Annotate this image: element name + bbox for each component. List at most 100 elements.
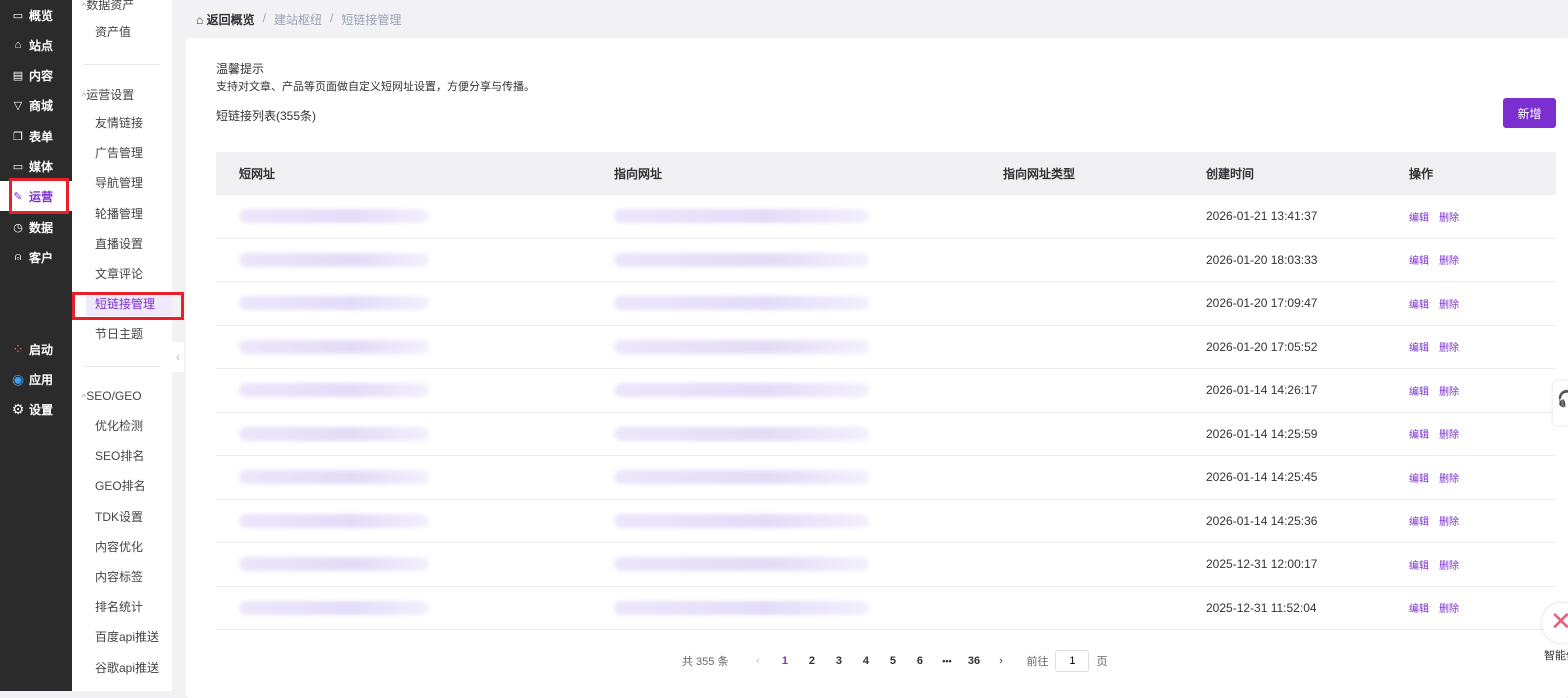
edit-link[interactable]: 编辑 [1409, 339, 1429, 354]
short-url-blurred[interactable] [239, 426, 429, 441]
short-url-blurred[interactable] [239, 383, 429, 398]
nav-label: 数据 [29, 220, 54, 235]
submenu-item[interactable]: 节日主题 [86, 322, 172, 346]
submenu-item[interactable]: SEO排名 [86, 444, 172, 468]
submenu-item[interactable]: 文章评论 [86, 262, 172, 286]
short-url-blurred[interactable] [239, 513, 429, 528]
short-url-blurred[interactable] [239, 296, 429, 311]
submenu-item[interactable]: 广告管理 [86, 141, 172, 165]
table-row: 2025-12-31 11:52:04 编辑 删除 [216, 587, 1556, 630]
nav-item-2[interactable]: ▤ 内容 [0, 60, 72, 90]
customer-service-button[interactable]: 🎧 [1553, 381, 1568, 425]
prev-page-button[interactable]: ‹ [744, 655, 771, 667]
add-button[interactable]: 新增 [1503, 98, 1556, 128]
edit-link[interactable]: 编辑 [1409, 470, 1429, 485]
submenu-item[interactable]: 内容标签 [86, 565, 172, 589]
edit-link[interactable]: 编辑 [1409, 426, 1429, 441]
page-last[interactable]: 36 [960, 655, 987, 667]
edit-link[interactable]: 编辑 [1409, 600, 1429, 615]
nav-item-0[interactable]: ▭ 概览 [0, 0, 72, 30]
target-url-blurred[interactable] [614, 383, 869, 398]
pagination-ellipsis[interactable]: ••• [933, 656, 960, 666]
delete-link[interactable]: 删除 [1439, 383, 1459, 398]
submenu-item[interactable]: 直播设置 [86, 232, 172, 256]
nav-bottom-item-0[interactable]: ⁘ 启动 [0, 334, 72, 364]
delete-link[interactable]: 删除 [1439, 557, 1459, 572]
table-header: 短网址 指向网址 指向网址类型 创建时间 操作 [216, 152, 1556, 195]
target-url-blurred[interactable] [614, 470, 869, 485]
breadcrumb-item[interactable]: 建站枢纽 [274, 11, 322, 28]
target-url-blurred[interactable] [614, 339, 869, 354]
page-2[interactable]: 2 [798, 655, 825, 667]
submenu-item[interactable]: 友情链接 [86, 111, 172, 135]
total-count: 共 355 条 [682, 656, 729, 668]
header-short-url: 短网址 [239, 167, 276, 181]
submenu-group-title[interactable]: ^运营设置 [82, 86, 134, 103]
submenu-item[interactable]: 排名统计 [86, 595, 172, 619]
edit-link[interactable]: 编辑 [1409, 296, 1429, 311]
target-url-blurred[interactable] [614, 209, 869, 224]
nav-bottom-item-1[interactable]: ◉ 应用 [0, 364, 72, 394]
page-5[interactable]: 5 [879, 655, 906, 667]
submenu-item[interactable]: 百度api推送 [86, 625, 172, 649]
next-page-button[interactable]: › [987, 655, 1014, 667]
submenu-item[interactable]: GEO排名 [86, 474, 172, 498]
submenu-item[interactable]: 轮播管理 [86, 202, 172, 226]
nav-item-4[interactable]: ❐ 表单 [0, 121, 72, 151]
nav-label: 客户 [29, 250, 54, 265]
edit-link[interactable]: 编辑 [1409, 513, 1429, 528]
table-row: 2026-01-14 14:26:17 编辑 删除 [216, 369, 1556, 413]
short-url-blurred[interactable] [239, 470, 429, 485]
delete-link[interactable]: 删除 [1439, 339, 1459, 354]
submenu-item[interactable]: 资产值 [86, 20, 172, 44]
nav-item-7[interactable]: ◷ 数据 [0, 212, 72, 242]
delete-link[interactable]: 删除 [1439, 513, 1459, 528]
collapse-sidebar-button[interactable]: ‹ [172, 342, 184, 372]
short-url-blurred[interactable] [239, 339, 429, 354]
short-url-blurred[interactable] [239, 600, 429, 615]
delete-link[interactable]: 删除 [1439, 600, 1459, 615]
page-1[interactable]: 1 [771, 655, 798, 667]
delete-link[interactable]: 删除 [1439, 252, 1459, 267]
nav-item-5[interactable]: ▭ 媒体 [0, 151, 72, 181]
submenu-item[interactable]: 谷歌api推送 [86, 656, 172, 680]
nav-bottom-item-2[interactable]: ⚙ 设置 [0, 394, 72, 424]
apps-icon: ◉ [11, 370, 25, 387]
submenu-item[interactable]: 内容优化 [86, 535, 172, 559]
submenu-item[interactable]: TDK设置 [86, 505, 172, 529]
nav-item-1[interactable]: ⌂ 站点 [0, 30, 72, 60]
table-row: 2026-01-14 14:25:36 编辑 删除 [216, 500, 1556, 543]
list-title: 短链接列表(355条) [216, 109, 317, 123]
submenu-item[interactable]: 导航管理 [86, 171, 172, 195]
target-url-blurred[interactable] [614, 513, 869, 528]
short-url-blurred[interactable] [239, 209, 429, 224]
edit-link[interactable]: 编辑 [1409, 209, 1429, 224]
edit-link[interactable]: 编辑 [1409, 557, 1429, 572]
nav-item-8[interactable]: ⍝ 客户 [0, 242, 72, 272]
delete-link[interactable]: 删除 [1439, 470, 1459, 485]
target-url-blurred[interactable] [614, 296, 869, 311]
submenu-group-title[interactable]: ^数据资产 [82, 0, 134, 13]
target-url-blurred[interactable] [614, 600, 869, 615]
target-url-blurred[interactable] [614, 557, 869, 572]
edit-link[interactable]: 编辑 [1409, 252, 1429, 267]
created-time: 2026-01-14 14:25:36 [1206, 513, 1318, 528]
short-url-blurred[interactable] [239, 557, 429, 572]
target-url-blurred[interactable] [614, 252, 869, 267]
target-url-blurred[interactable] [614, 426, 869, 441]
delete-link[interactable]: 删除 [1439, 296, 1459, 311]
breadcrumb-home[interactable]: ⌂ 返回概览 [196, 11, 255, 28]
submenu-group-title[interactable]: ^SEO/GEO [82, 389, 142, 403]
delete-link[interactable]: 删除 [1439, 426, 1459, 441]
nav-item-3[interactable]: ▽ 商城 [0, 90, 72, 120]
page-3[interactable]: 3 [825, 655, 852, 667]
cart-icon: ▽ [13, 99, 23, 112]
edit-link[interactable]: 编辑 [1409, 383, 1429, 398]
created-time: 2026-01-21 13:41:37 [1206, 209, 1318, 224]
page-4[interactable]: 4 [852, 655, 879, 667]
submenu-item[interactable]: 优化检测 [86, 414, 172, 438]
goto-page-input[interactable] [1055, 650, 1090, 672]
page-6[interactable]: 6 [906, 655, 933, 667]
short-url-blurred[interactable] [239, 252, 429, 267]
delete-link[interactable]: 删除 [1439, 209, 1459, 224]
